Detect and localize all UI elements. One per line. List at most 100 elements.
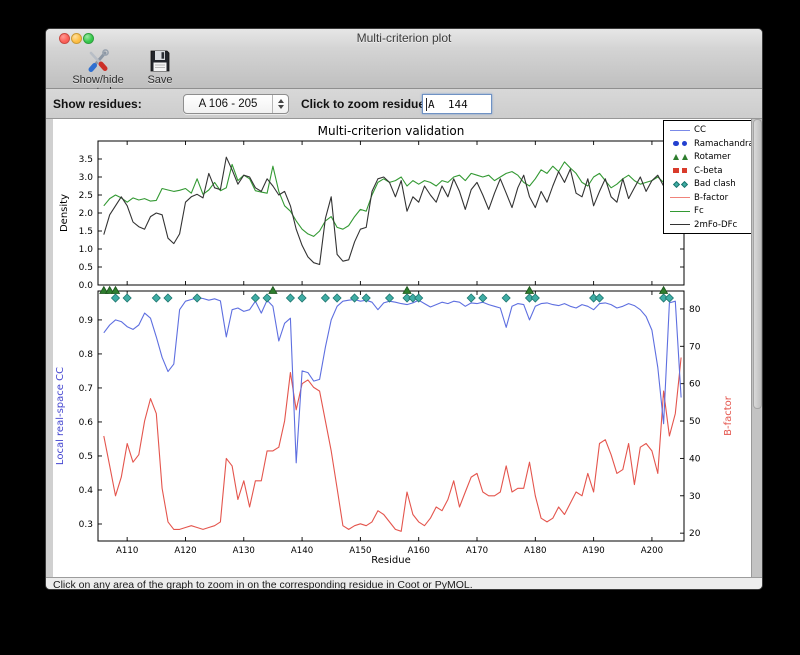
bottom-panel-frame <box>97 290 685 542</box>
legend-marker <box>672 154 679 161</box>
x-axis-label: Residue <box>371 555 410 566</box>
top-panel-frame <box>97 140 685 286</box>
bfactor-tick-label: 50 <box>689 417 701 427</box>
cc-tick-label: 0.4 <box>79 486 94 496</box>
density-tick-label: 1.5 <box>79 227 93 237</box>
legend-marker <box>670 129 690 131</box>
legend-marker <box>670 224 690 226</box>
legend-entry: Fc <box>668 205 751 217</box>
x-tick-label: A170 <box>466 546 488 556</box>
legend-entry: Ramachandran <box>668 137 759 149</box>
legend-marker <box>673 167 679 174</box>
legend-marker <box>681 167 687 174</box>
legend-entry: Rotamer <box>668 151 751 163</box>
cc-tick-label: 0.7 <box>79 384 93 394</box>
vertical-scrollbar[interactable] <box>751 119 762 577</box>
zoom-residue-input[interactable]: A 144 <box>422 94 492 114</box>
screenshot-background: Multi-criterion plot Show/hide controls <box>0 0 800 655</box>
density-tick-label: 3.5 <box>79 155 93 165</box>
toolbar: Show/hide controls Save <box>46 47 762 98</box>
x-tick-label: A200 <box>641 546 663 556</box>
text-caret <box>426 97 427 111</box>
controls-row: Show residues: A 106 - 205 Click to zoom… <box>46 89 762 119</box>
x-tick-label: A190 <box>582 546 604 556</box>
legend-entry: B-factor <box>668 191 751 203</box>
density-tick-label: 0.5 <box>79 263 93 273</box>
rotamer-outlier-marker <box>268 285 278 294</box>
chart-legend: CC Ramachandran Rotamer C-beta Bad clash B-fa… <box>663 120 759 234</box>
cc-tick-label: 0.8 <box>79 350 94 360</box>
legend-label: Fc <box>694 206 704 217</box>
zoom-residue-value: A 144 <box>428 97 468 111</box>
density-tick-label: 3.0 <box>79 173 94 183</box>
x-tick-label: A150 <box>349 546 371 556</box>
legend-entry: Bad clash <box>668 178 751 190</box>
title-bar[interactable]: Multi-criterion plot <box>46 29 762 47</box>
zoom-residue-label: Click to zoom residue: <box>301 97 430 111</box>
save-label: Save <box>147 74 173 86</box>
density-tick-label: 0.0 <box>79 281 94 291</box>
window-title: Multi-criterion plot <box>356 31 452 45</box>
legend-label: CC <box>694 125 707 136</box>
bfactor-tick-label: 20 <box>689 529 701 539</box>
stepper-up-icon <box>277 99 284 103</box>
bfactor-tick-label: 60 <box>689 380 701 390</box>
legend-marker <box>670 197 690 199</box>
x-tick-label: A160 <box>408 546 430 556</box>
bfactor-tick-label: 80 <box>689 305 701 315</box>
legend-label: C-beta <box>694 165 723 176</box>
b-factor-legend-symbol <box>668 197 692 199</box>
x-tick-label: A120 <box>174 546 196 556</box>
density-tick-label: 2.5 <box>79 191 93 201</box>
show-residues-label: Show residues: <box>53 97 142 111</box>
multi-criterion-chart[interactable]: A110 A120 A130 A140 A150 A160 A170 A180 A190 A200… <box>53 119 753 577</box>
status-text: Click on any area of the graph to zoom i… <box>53 579 473 590</box>
save-floppy-icon <box>150 50 170 72</box>
legend-label: Bad clash <box>694 179 736 190</box>
legend-label: B-factor <box>694 192 729 203</box>
ramachandran-legend-symbol <box>668 140 692 147</box>
bad-clash-legend-symbol <box>668 180 692 188</box>
combobox-stepper[interactable] <box>272 95 288 113</box>
cc-tick-label: 0.3 <box>79 520 93 530</box>
cc-tick-label: 0.5 <box>79 452 93 462</box>
rotamer-outlier-marker <box>110 285 121 294</box>
legend-marker <box>670 210 690 212</box>
bfactor-tick-label: 70 <box>689 342 701 352</box>
legend-label: Rotamer <box>694 152 731 163</box>
x-tick-label: A110 <box>116 546 138 556</box>
bfactor-tick-label: 30 <box>689 492 701 502</box>
2mfo-dfc-legend-symbol <box>668 224 692 226</box>
c-beta-legend-symbol <box>668 167 692 174</box>
legend-entry: 2mFo-DFc <box>668 218 751 230</box>
tools-icon <box>88 49 109 72</box>
fc-legend-symbol <box>668 210 692 212</box>
legend-marker <box>681 140 687 147</box>
rotamer-outlier-marker <box>658 285 669 294</box>
status-bar: Click on any area of the graph to zoom i… <box>46 577 762 590</box>
chart-title: Multi-criterion validation <box>318 124 465 138</box>
rotamer-legend-symbol <box>668 154 692 161</box>
scrollbar-thumb[interactable] <box>753 119 762 409</box>
x-tick-label: A140 <box>291 546 313 556</box>
cc-tick-label: 0.9 <box>79 316 94 326</box>
rotamer-outlier-marker <box>524 285 535 294</box>
residue-range-value: A 106 - 205 <box>198 98 258 110</box>
density-tick-label: 1.0 <box>79 245 94 255</box>
legend-marker <box>672 180 680 188</box>
legend-marker <box>673 140 679 147</box>
legend-entry: CC <box>668 124 751 136</box>
stepper-down-icon <box>277 105 284 109</box>
save-button[interactable]: Save <box>142 48 178 86</box>
plot-canvas[interactable]: A110 A120 A130 A140 A150 A160 A170 A180 A190 A200… <box>53 119 759 577</box>
legend-label: 2mFo-DFc <box>694 219 738 230</box>
multi-criterion-plot-window: Multi-criterion plot Show/hide controls <box>45 28 763 590</box>
plot-area: A110 A120 A130 A140 A150 A160 A170 A180 A190 A200… <box>46 119 762 577</box>
residue-range-combobox[interactable]: A 106 - 205 <box>183 94 289 114</box>
legend-label: Ramachandran <box>694 138 760 149</box>
density-axis-label: Density <box>59 194 70 232</box>
x-tick-label: A130 <box>233 546 255 556</box>
legend-marker <box>681 154 688 161</box>
legend-marker <box>680 180 688 188</box>
legend-entry: C-beta <box>668 164 751 176</box>
